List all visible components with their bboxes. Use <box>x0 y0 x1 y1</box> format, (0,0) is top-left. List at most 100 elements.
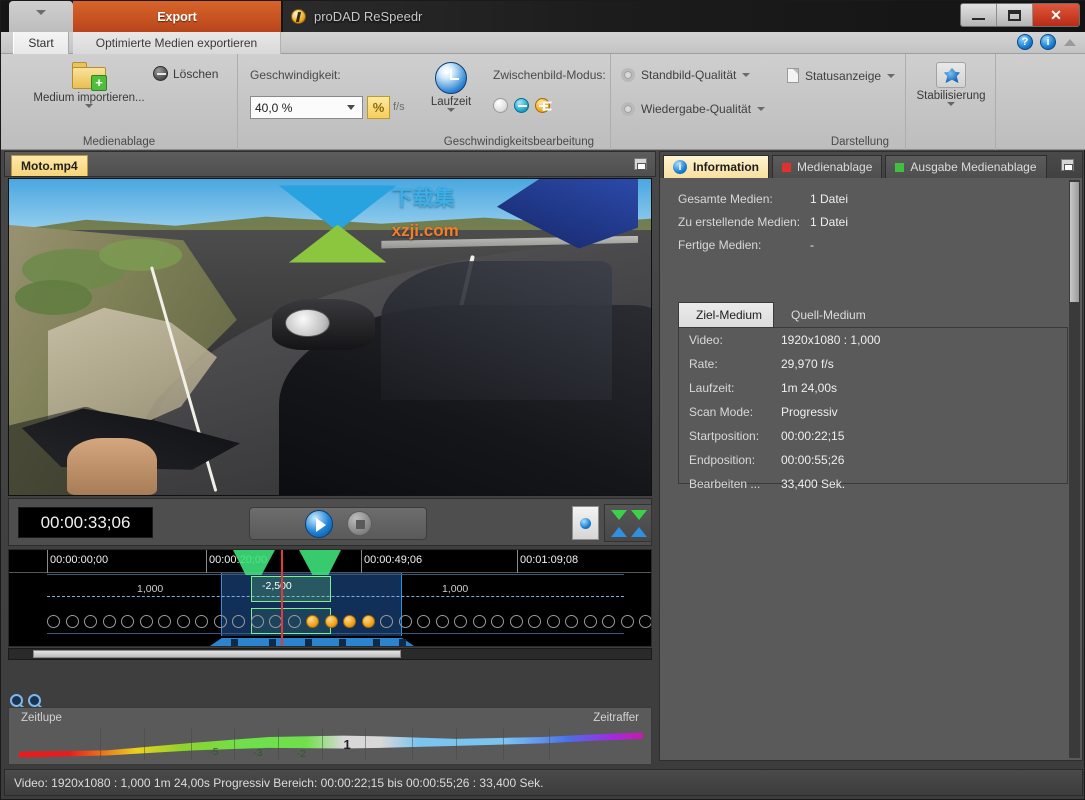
ribbon-group-display: Standbild-Qualität Wiedergabe-Qualität S… <box>611 54 906 150</box>
stillimage-quality-menu[interactable]: Standbild-Qualität <box>621 68 750 82</box>
help-icon[interactable]: ? <box>1017 34 1033 50</box>
speedometer-dial <box>285 309 330 337</box>
timeline-playhead[interactable] <box>281 550 283 647</box>
status-display-label: Statusanzeige <box>805 69 881 83</box>
speed-mark-one: 1 <box>343 737 350 752</box>
detail-key: Rate: <box>689 357 781 371</box>
app-title-text: proDAD ReSpeedr <box>314 9 422 24</box>
chevron-down-icon <box>447 108 455 112</box>
timeline-speed-left-label: 1,000 <box>137 583 163 595</box>
minimize-icon <box>972 18 985 20</box>
detail-value: 33,400 Sek. <box>781 477 845 491</box>
chevron-down-icon <box>85 104 93 108</box>
zoom-in-icon[interactable] <box>10 694 23 707</box>
timeline-range-mark <box>399 639 406 647</box>
watermark-cn-text: 下载集 <box>392 182 455 212</box>
range-markers-button[interactable] <box>604 504 652 542</box>
minimize-button[interactable] <box>961 4 997 26</box>
ribbon: + Medium importieren... Löschen Medienab… <box>1 54 1085 150</box>
ribbon-group-title-speed: Geschwindigkeitsbearbeitung <box>238 136 610 148</box>
video-preview[interactable]: 下载集 xzji.com <box>8 178 652 496</box>
watermark-blue-arrow-icon <box>279 185 397 231</box>
speed-label: Geschwindigkeit: <box>250 68 341 82</box>
zoom-out-icon[interactable] <box>28 694 41 707</box>
maximize-icon <box>1008 10 1021 21</box>
speed-gradient[interactable]: -5 -3 -2 1 <box>19 728 643 760</box>
information-pane-scrollbar[interactable] <box>1069 180 1080 758</box>
delete-button[interactable]: Löschen <box>153 66 218 81</box>
close-button[interactable]: ✕ <box>1033 4 1079 26</box>
timeline[interactable]: 00:00:00;00 00:00:20;00 00:00:49;06 00:0… <box>8 549 652 647</box>
info-icon[interactable]: i <box>1040 34 1056 50</box>
ribbon-group-stabilization: Stabilisierung <box>906 54 996 150</box>
timeline-time-0: 00:00:00;00 <box>47 554 108 566</box>
interframe-option-flow-icon[interactable] <box>535 98 550 113</box>
timeline-range-mark <box>339 639 346 647</box>
import-media-button[interactable]: + Medium importieren... <box>9 62 169 108</box>
subtab-quell-medium[interactable]: Quell-Medium <box>774 302 877 327</box>
export-title-tab[interactable]: Export <box>73 1 281 32</box>
media-tab-bar: Moto.mp4 <box>4 151 656 177</box>
status-display-menu[interactable]: Statusanzeige <box>787 68 895 83</box>
record-range-button[interactable] <box>572 506 599 540</box>
stillimage-quality-label: Standbild-Qualität <box>641 68 736 82</box>
speed-curve-panel[interactable]: Zeitlupe Zeitraffer -5 -3 -2 1 <box>8 707 652 765</box>
watermark-en-text: xzji.com <box>392 221 459 241</box>
detail-row-bearbeiten: Bearbeiten ... 33,400 Sek. <box>679 472 1067 496</box>
detail-value: 1m 24,00s <box>781 381 837 395</box>
watermark-green-arrow-icon <box>289 225 387 263</box>
subtab-ziel-medium[interactable]: Ziel-Medium <box>678 302 774 327</box>
tab-ausgabe-medienablage[interactable]: Ausgabe Medienablage <box>885 155 1046 178</box>
record-dot-icon <box>580 518 591 529</box>
percent-toggle-button[interactable]: % <box>367 96 390 119</box>
tab-ausgabe-label: Ausgabe Medienablage <box>910 160 1036 174</box>
collapse-ribbon-icon[interactable] <box>1063 35 1078 49</box>
stop-icon[interactable] <box>347 511 372 536</box>
detail-row-rate: Rate: 29,970 f/s <box>679 352 1067 376</box>
timeline-range-trapezoid[interactable] <box>207 638 417 647</box>
tab-medienablage[interactable]: Medienablage <box>772 155 882 178</box>
detail-key: Scan Mode: <box>689 405 781 419</box>
tab-start[interactable]: Start <box>13 32 69 54</box>
timeline-horizontal-scrollbar[interactable] <box>8 648 652 660</box>
video-frame-image: 下载集 xzji.com <box>9 179 651 495</box>
media-tab-moto[interactable]: Moto.mp4 <box>11 155 88 176</box>
delete-label: Löschen <box>173 67 218 81</box>
scrollbar-thumb[interactable] <box>1070 182 1079 302</box>
edit-range-link[interactable]: Bearbeiten ... <box>689 477 781 491</box>
timeline-time-3: 00:01:09;08 <box>517 554 578 566</box>
tab-medienablage-label: Medienablage <box>797 160 872 174</box>
detail-value: 1920x1080 : 1,000 <box>781 333 880 347</box>
green-square-icon <box>895 163 904 172</box>
maximize-button[interactable] <box>997 4 1033 26</box>
information-pane: i Information Medienablage Ausgabe Medie… <box>659 151 1083 761</box>
speed-combo[interactable]: 40,0 % <box>250 96 363 119</box>
restore-panel-icon[interactable] <box>634 158 647 170</box>
speed-mark-minus2: -2 <box>297 748 306 760</box>
detail-row-video: Video: 1920x1080 : 1,000 <box>679 328 1067 352</box>
interframe-option-blend-icon[interactable] <box>514 98 529 113</box>
playback-quality-label: Wiedergabe-Qualität <box>641 102 751 116</box>
bush <box>15 280 92 315</box>
chevron-down-icon <box>887 74 895 78</box>
timeline-keyframe-row[interactable] <box>47 613 624 629</box>
status-bar: Video: 1920x1080 : 1,000 1m 24,00s Progr… <box>4 769 1083 796</box>
info-key: Zu erstellende Medien: <box>678 215 810 229</box>
stabilization-button[interactable]: Stabilisierung <box>906 62 996 106</box>
app-logo-icon <box>291 9 306 24</box>
chevron-down-icon <box>347 105 355 110</box>
interframe-mode-label: Zwischenbild-Modus: <box>493 68 606 82</box>
interframe-option-none-icon[interactable] <box>493 98 508 113</box>
quick-access-dropdown[interactable] <box>9 1 73 32</box>
scrollbar-thumb[interactable] <box>33 650 401 658</box>
detail-key: Video: <box>689 333 781 347</box>
play-icon[interactable] <box>305 510 333 538</box>
tab-information[interactable]: i Information <box>663 155 769 178</box>
playback-quality-menu[interactable]: Wiedergabe-Qualität <box>621 102 765 116</box>
document-icon <box>787 68 799 83</box>
restore-panel-icon[interactable] <box>1061 159 1074 171</box>
runtime-label: Laufzeit <box>418 96 484 108</box>
info-value: - <box>810 238 814 252</box>
export-subtitle: Optimierte Medien exportieren <box>73 32 281 54</box>
runtime-button[interactable]: Laufzeit <box>418 62 484 112</box>
